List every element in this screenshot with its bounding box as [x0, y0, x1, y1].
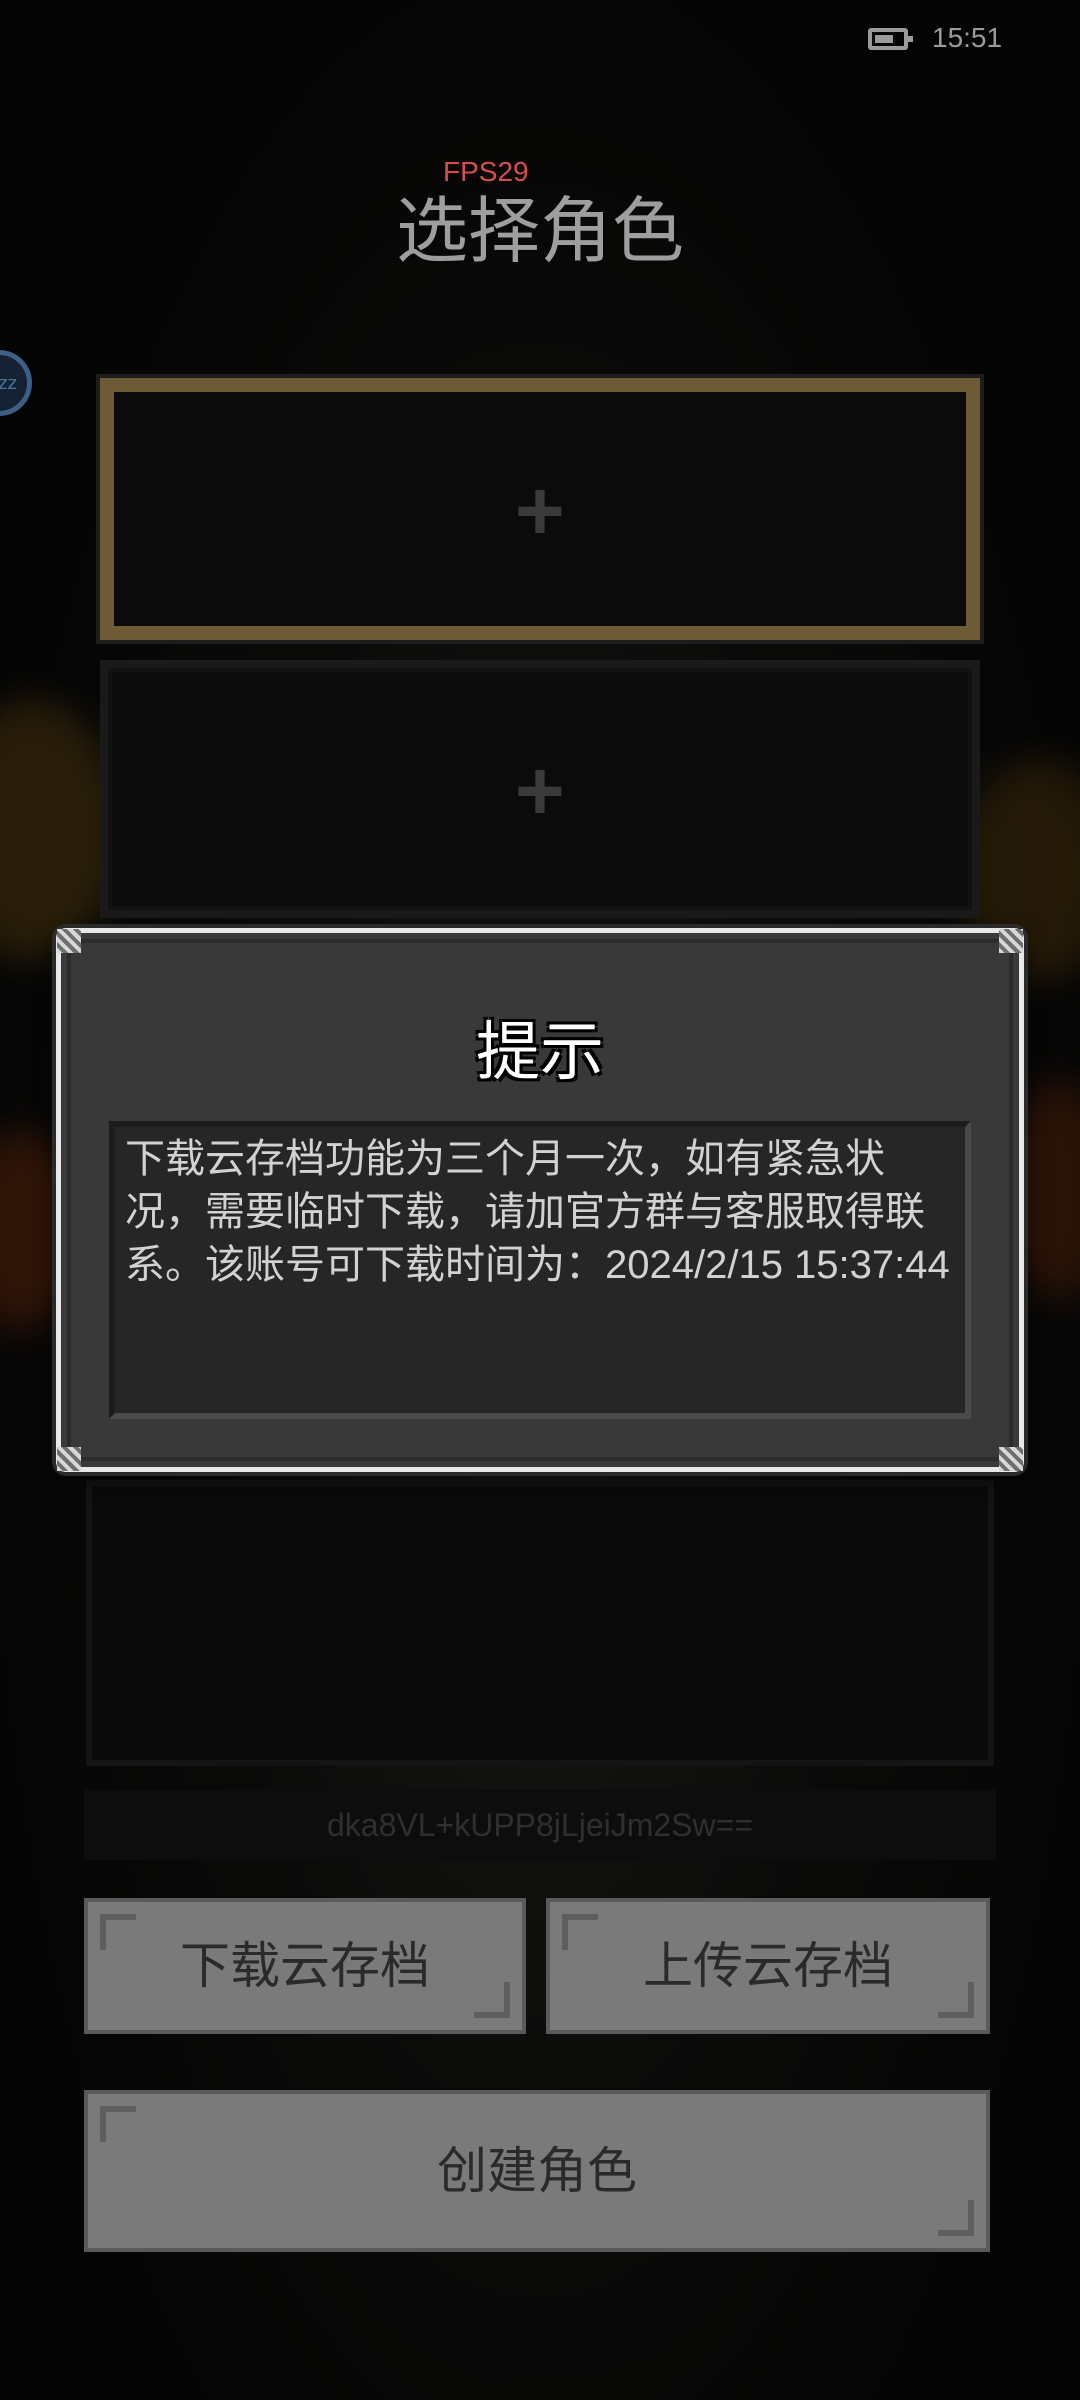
plus-icon: + — [515, 462, 565, 556]
character-slot-1[interactable]: + — [96, 374, 984, 644]
download-cloud-save-label: 下载云存档 — [180, 1937, 430, 1995]
character-slot-2[interactable]: + — [100, 660, 980, 918]
corner-ornament — [999, 1447, 1023, 1471]
dialog-title: 提示 — [476, 1016, 604, 1090]
create-character-label: 创建角色 — [437, 2142, 637, 2200]
corner-ornament — [100, 2106, 136, 2142]
screen: 15:51 FPS29 选择角色 zz + + dka8VL+kUPP8jLje… — [0, 0, 1080, 2400]
plus-icon: + — [515, 742, 565, 836]
corner-ornament — [938, 1982, 974, 2018]
upload-cloud-save-button[interactable]: 上传云存档 — [546, 1898, 990, 2034]
status-bar: 15:51 — [0, 0, 1080, 84]
corner-ornament — [57, 1447, 81, 1471]
status-time: 15:51 — [932, 22, 1003, 53]
page-title: 选择角色 — [395, 189, 684, 273]
dialog-message: 下载云存档功能为三个月一次，如有紧急状况，需要临时下载，请加官方群与客服取得联系… — [109, 1121, 971, 1419]
corner-ornament — [562, 1914, 598, 1950]
create-character-button[interactable]: 创建角色 — [84, 2090, 990, 2252]
account-id: dka8VL+kUPP8jLjeiJm2Sw== — [84, 1790, 996, 1860]
battery-icon — [868, 28, 913, 50]
corner-ornament — [100, 1914, 136, 1950]
corner-ornament — [474, 1982, 510, 2018]
corner-ornament — [938, 2200, 974, 2236]
character-slot-3[interactable] — [86, 1480, 994, 1766]
notice-dialog[interactable]: 提示 下载云存档功能为三个月一次，如有紧急状况，需要临时下载，请加官方群与客服取… — [56, 928, 1024, 1472]
corner-ornament — [57, 929, 81, 953]
download-cloud-save-button[interactable]: 下载云存档 — [84, 1898, 526, 2034]
floating-assistant-button[interactable]: zz — [0, 350, 32, 416]
corner-ornament — [999, 929, 1023, 953]
upload-cloud-save-label: 上传云存档 — [643, 1937, 893, 1995]
